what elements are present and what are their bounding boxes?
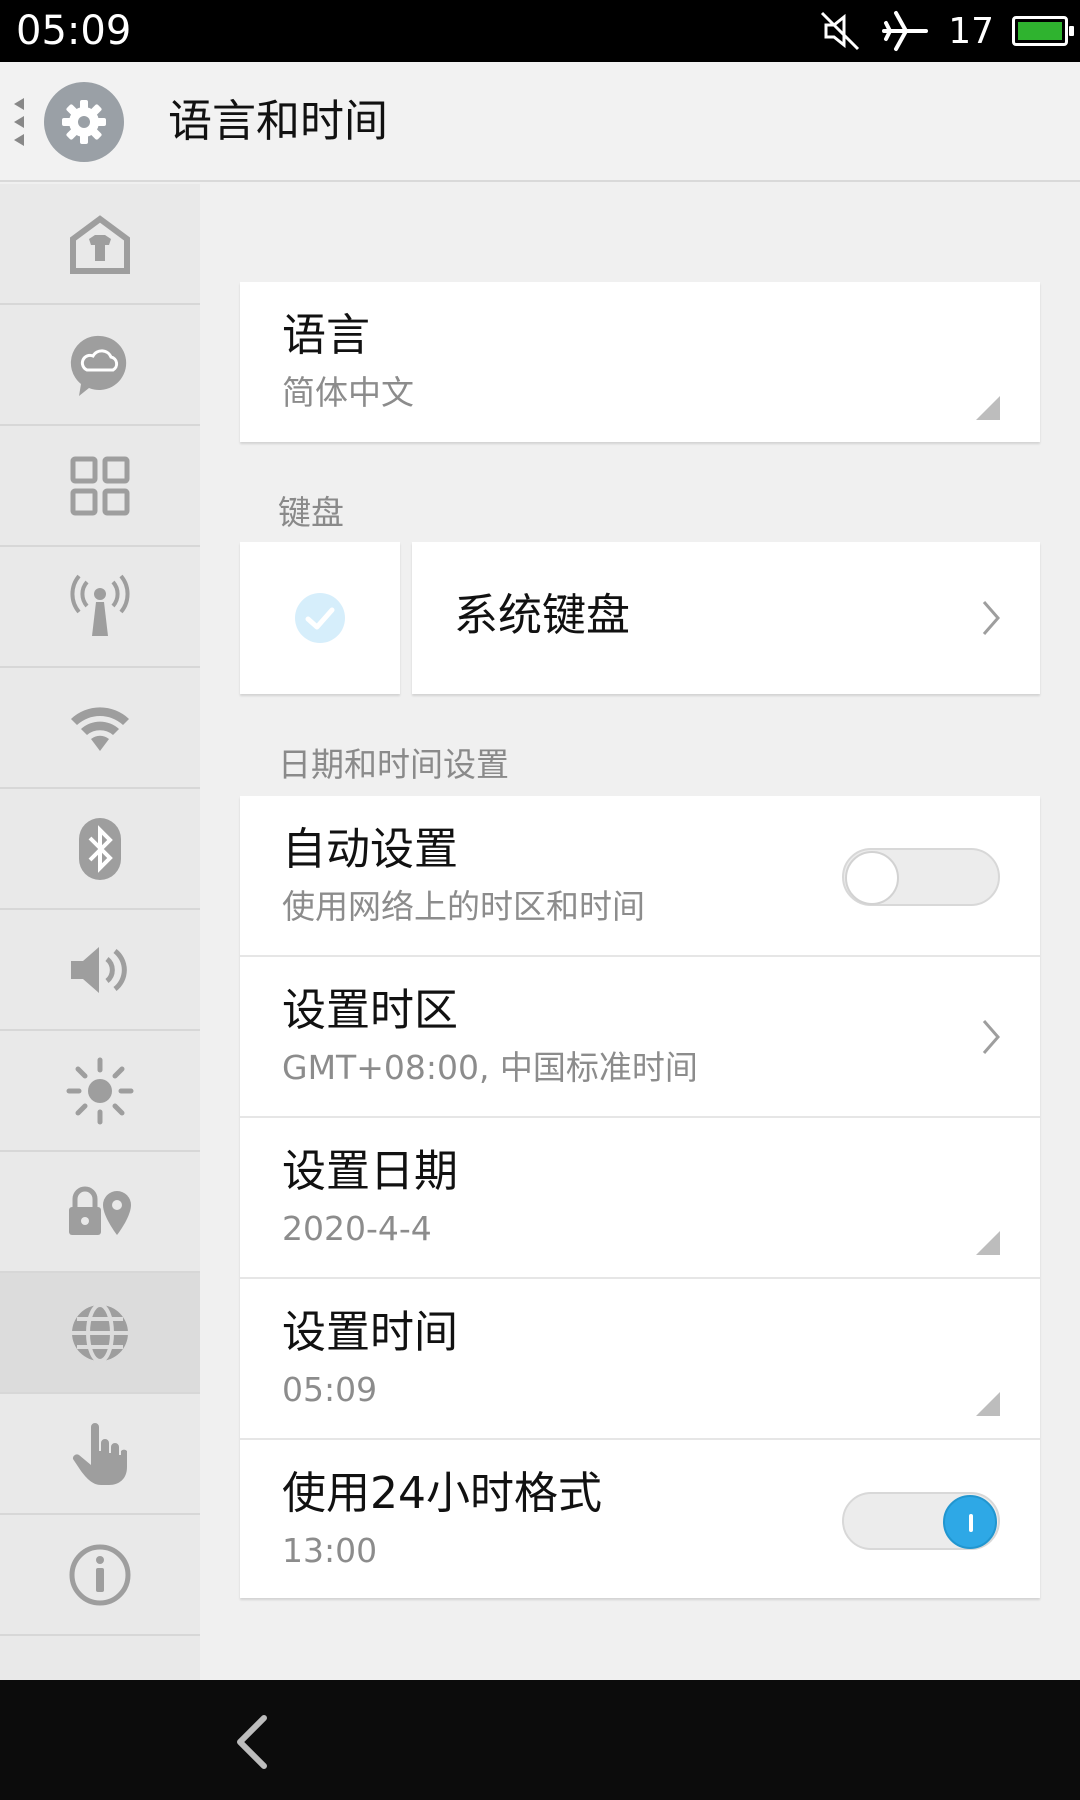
navigation-bar [0, 1680, 1080, 1800]
toggle-knob [845, 851, 899, 905]
battery-icon [1012, 16, 1074, 46]
content-area: 语言 简体中文 键盘 系统键盘 日期和时间设置 自动设置 使用网络上的时区和时间… [200, 184, 1080, 1680]
language-card[interactable]: 语言 简体中文 [240, 282, 1040, 442]
mute-icon [821, 11, 860, 51]
check-circle-icon[interactable] [294, 592, 346, 644]
status-time: 05:09 [16, 8, 132, 54]
sidebar-item-sound[interactable] [0, 910, 200, 1031]
status-bar: 05:09 17 [0, 0, 1080, 62]
drawer-grip-icon[interactable] [12, 98, 26, 146]
sidebar-item-network[interactable] [0, 547, 200, 668]
time-value: 05:09 [282, 1370, 378, 1409]
sidebar-item-bluetooth[interactable] [0, 789, 200, 910]
status-icons: 17 [818, 0, 1074, 62]
airplane-icon [882, 11, 929, 51]
sidebar [0, 184, 200, 1680]
auto-time-label: 自动设置 [282, 824, 458, 875]
language-label: 语言 [282, 310, 370, 361]
timezone-row[interactable]: 设置时区 GMT+08:00, 中国标准时间 [240, 957, 1040, 1118]
timezone-value: GMT+08:00, 中国标准时间 [282, 1048, 698, 1087]
auto-time-row[interactable]: 自动设置 使用网络上的时区和时间 [240, 796, 1040, 957]
hand-gesture-icon [72, 1422, 127, 1485]
sidebar-item-language[interactable] [0, 1273, 200, 1394]
dropdown-corner-icon [976, 1392, 1000, 1416]
system-keyboard-label: 系统键盘 [454, 590, 630, 641]
antenna-icon [70, 574, 130, 636]
bluetooth-icon [79, 817, 121, 880]
settings-gear-icon[interactable] [44, 82, 124, 162]
date-label: 设置日期 [282, 1146, 458, 1197]
language-value: 简体中文 [282, 373, 414, 412]
sidebar-item-display[interactable] [0, 1031, 200, 1152]
auto-time-toggle[interactable] [842, 848, 1000, 906]
date-row[interactable]: 设置日期 2020-4-4 [240, 1118, 1040, 1279]
time-row[interactable]: 设置时间 05:09 [240, 1279, 1040, 1440]
toggle-knob [943, 1495, 997, 1549]
apps-grid-icon [70, 456, 130, 515]
datetime-section-title: 日期和时间设置 [278, 745, 509, 784]
time-label: 设置时间 [282, 1307, 458, 1358]
sidebar-item-theme[interactable] [0, 184, 200, 305]
date-value: 2020-4-4 [282, 1209, 432, 1248]
cloud-chat-icon [70, 335, 127, 396]
system-keyboard-card[interactable]: 系统键盘 [412, 542, 1040, 694]
app-header: 语言和时间 [0, 62, 1080, 182]
sidebar-item-security[interactable] [0, 1152, 200, 1273]
brightness-icon [66, 1057, 134, 1124]
signal-number: 17 [948, 10, 994, 52]
globe-icon [72, 1302, 128, 1363]
dropdown-corner-icon [976, 396, 1000, 420]
volume-icon [71, 946, 127, 993]
chevron-right-icon [982, 601, 1000, 635]
format24-label: 使用24小时格式 [282, 1468, 602, 1519]
keyboard-checkbox-card[interactable] [240, 542, 400, 694]
sidebar-item-apps[interactable] [0, 426, 200, 547]
wifi-icon [71, 706, 129, 751]
timezone-label: 设置时区 [282, 985, 458, 1036]
dropdown-corner-icon [976, 1231, 1000, 1255]
format24-row[interactable]: 使用24小时格式 13:00 [240, 1440, 1040, 1601]
chevron-right-icon [982, 1020, 1000, 1054]
language-row[interactable]: 语言 简体中文 [240, 282, 1040, 442]
info-icon [69, 1544, 131, 1605]
page-title: 语言和时间 [168, 96, 388, 147]
sidebar-item-gesture[interactable] [0, 1394, 200, 1515]
theme-shirt-icon [70, 214, 130, 274]
sidebar-item-cloud[interactable] [0, 305, 200, 426]
sidebar-item-wifi[interactable] [0, 668, 200, 789]
lock-location-icon [69, 1186, 131, 1235]
battery-level [1018, 22, 1062, 40]
back-icon[interactable] [232, 1714, 272, 1770]
datetime-card: 自动设置 使用网络上的时区和时间 设置时区 GMT+08:00, 中国标准时间 … [240, 796, 1040, 1598]
format24-toggle[interactable] [842, 1492, 1000, 1550]
keyboard-section-title: 键盘 [278, 493, 344, 532]
auto-time-sub: 使用网络上的时区和时间 [282, 887, 645, 926]
format24-sub: 13:00 [282, 1531, 378, 1570]
sidebar-item-about[interactable] [0, 1515, 200, 1636]
